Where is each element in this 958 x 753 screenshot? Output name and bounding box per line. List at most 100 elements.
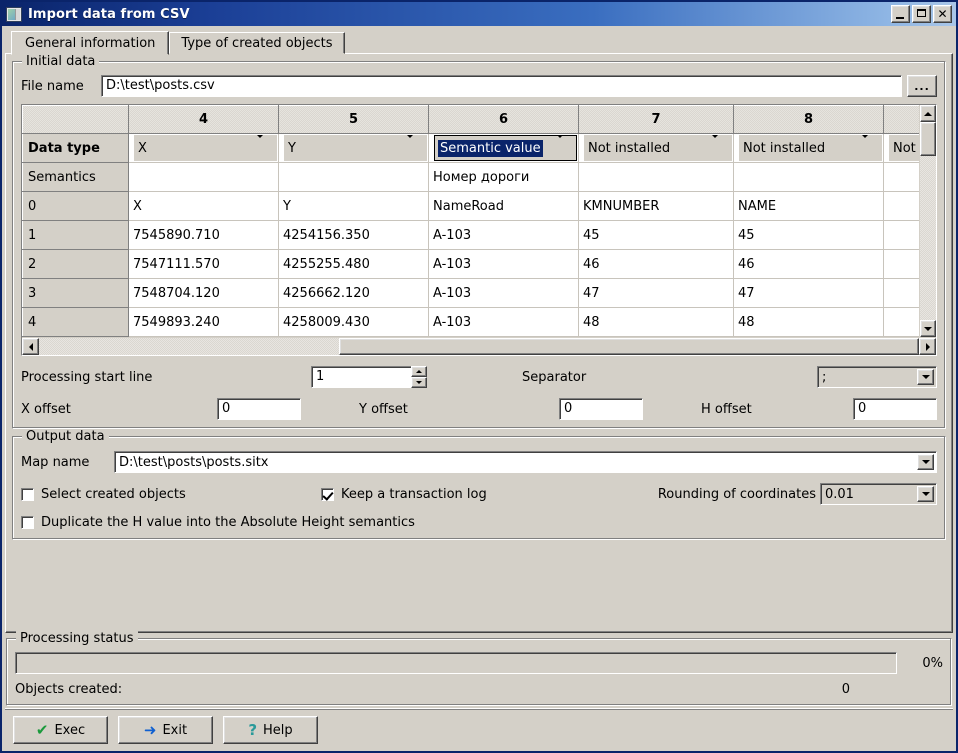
y-offset-input[interactable]: 0 <box>559 398 643 420</box>
grid-cell-1-8[interactable]: 45 <box>733 220 884 250</box>
grid-cell-4-5[interactable]: 4258009.430 <box>278 307 429 337</box>
grid-cell-2-6[interactable]: A-103 <box>428 249 579 279</box>
grid-cell-semantics-5[interactable] <box>278 162 429 192</box>
minimize-button[interactable] <box>891 5 910 23</box>
help-button[interactable]: ? Help <box>223 716 318 744</box>
grid-cell-2-5[interactable]: 4255255.480 <box>278 249 429 279</box>
grid-horizontal-scrollbar[interactable] <box>22 337 936 355</box>
grid-column-header-4[interactable]: 4 <box>128 105 279 134</box>
processing-start-line-row: Processing start line 1 Separator ; <box>21 366 937 388</box>
chevron-down-icon[interactable] <box>917 369 934 385</box>
grid-cell-3-5[interactable]: 4256662.120 <box>278 278 429 308</box>
tab-general-information[interactable]: General information <box>11 31 170 55</box>
data-type-combo-6[interactable]: Semantic value <box>434 135 577 161</box>
tab-type-of-created-objects[interactable]: Type of created objects <box>169 32 345 54</box>
chevron-down-icon[interactable] <box>917 486 934 502</box>
close-button[interactable]: ✕ <box>933 5 952 23</box>
data-type-combo-7[interactable]: Not installed <box>584 135 732 161</box>
exit-button[interactable]: ➜ Exit <box>118 716 213 744</box>
horizontal-scroll-thumb[interactable] <box>339 338 919 355</box>
grid-cell-1-7[interactable]: 45 <box>578 220 734 250</box>
map-name-combo[interactable]: D:\test\posts\posts.sitx <box>114 451 937 473</box>
chevron-down-icon[interactable] <box>556 135 575 157</box>
data-type-combo-9[interactable]: Not in <box>889 135 919 161</box>
grid-cell-3-9[interactable] <box>883 278 919 308</box>
duplicate-h-value-checkbox[interactable]: Duplicate the H value into the Absolute … <box>21 515 937 530</box>
chevron-down-icon[interactable] <box>917 454 934 470</box>
grid-cell-semantics-4[interactable] <box>128 162 279 192</box>
grid-cell-data-type-5: Y <box>278 133 429 163</box>
h-offset-input[interactable]: 0 <box>853 398 937 420</box>
grid-cell-3-8[interactable]: 47 <box>733 278 884 308</box>
grid-cell-1-9[interactable] <box>883 220 919 250</box>
processing-start-line-input[interactable]: 1 <box>311 366 412 388</box>
grid-cell-4-4[interactable]: 7549893.240 <box>128 307 279 337</box>
grid-cell-semantics-8[interactable] <box>733 162 884 192</box>
x-offset-input[interactable]: 0 <box>217 398 301 420</box>
chevron-down-icon[interactable] <box>256 135 275 157</box>
maximize-button[interactable] <box>912 5 931 23</box>
separator-combo[interactable]: ; <box>817 366 937 388</box>
csv-preview-grid[interactable]: 4 5 6 7 8 Data type X Y Semantic value N… <box>21 104 937 356</box>
horizontal-scroll-track-left[interactable] <box>39 338 339 355</box>
grid-cell-0-9[interactable] <box>883 191 919 221</box>
grid-cell-2-4[interactable]: 7547111.570 <box>128 249 279 279</box>
grid-cell-0-8[interactable]: NAME <box>733 191 884 221</box>
grid-cell-semantics-6[interactable]: Номер дороги <box>428 162 579 192</box>
scroll-right-button[interactable] <box>919 338 936 355</box>
select-created-objects-checkbox[interactable]: Select created objects <box>21 487 321 502</box>
stepper-up-button[interactable] <box>411 366 427 377</box>
grid-vertical-scrollbar[interactable] <box>919 105 936 337</box>
data-type-combo-8[interactable]: Not installed <box>739 135 882 161</box>
grid-cell-2-9[interactable] <box>883 249 919 279</box>
stepper-down-button[interactable] <box>411 377 427 388</box>
grid-cell-0-7[interactable]: KMNUMBER <box>578 191 734 221</box>
browse-file-button[interactable]: ... <box>907 75 937 97</box>
grid-cell-semantics-7[interactable] <box>578 162 734 192</box>
grid-column-header-7[interactable]: 7 <box>578 105 734 134</box>
grid-cell-4-6[interactable]: A-103 <box>428 307 579 337</box>
vertical-scroll-thumb[interactable] <box>920 122 936 156</box>
chevron-down-icon[interactable] <box>861 135 880 157</box>
grid-row-header-2: 2 <box>22 249 129 279</box>
scroll-down-button[interactable] <box>920 320 936 337</box>
scroll-up-button[interactable] <box>920 105 936 122</box>
grid-cell-semantics-9[interactable] <box>883 162 919 192</box>
grid-cell-data-type-7: Not installed <box>578 133 734 163</box>
keep-transaction-log-checkbox[interactable]: Keep a transaction log <box>321 487 487 502</box>
vertical-scroll-track[interactable] <box>920 156 936 320</box>
scroll-left-button[interactable] <box>22 338 39 355</box>
checkbox-icon <box>21 516 34 529</box>
grid-column-header-6[interactable]: 6 <box>428 105 579 134</box>
grid-cell-0-6[interactable]: NameRoad <box>428 191 579 221</box>
grid-cell-4-8[interactable]: 48 <box>733 307 884 337</box>
title-bar[interactable]: Import data from CSV ✕ <box>2 2 956 26</box>
exec-button-label: Exec <box>54 722 86 738</box>
stepper-buttons[interactable] <box>411 366 427 388</box>
grid-column-header-9[interactable] <box>883 105 919 134</box>
map-name-row: Map name D:\test\posts\posts.sitx <box>21 451 937 473</box>
exec-button[interactable]: ✔ Exec <box>13 716 108 744</box>
grid-cell-1-6[interactable]: A-103 <box>428 220 579 250</box>
grid-column-header-5[interactable]: 5 <box>278 105 429 134</box>
grid-cell-3-7[interactable]: 47 <box>578 278 734 308</box>
grid-cell-3-4[interactable]: 7548704.120 <box>128 278 279 308</box>
chevron-down-icon[interactable] <box>406 135 425 157</box>
grid-cell-2-8[interactable]: 46 <box>733 249 884 279</box>
grid-cell-4-9[interactable] <box>883 307 919 337</box>
processing-start-line-stepper[interactable]: 1 <box>311 366 427 388</box>
grid-cell-2-7[interactable]: 46 <box>578 249 734 279</box>
grid-cell-1-4[interactable]: 7545890.710 <box>128 220 279 250</box>
chevron-down-icon[interactable] <box>711 135 730 157</box>
window-controls: ✕ <box>891 5 954 23</box>
grid-cell-0-5[interactable]: Y <box>278 191 429 221</box>
grid-cell-3-6[interactable]: A-103 <box>428 278 579 308</box>
data-type-combo-5[interactable]: Y <box>284 135 427 161</box>
grid-cell-0-4[interactable]: X <box>128 191 279 221</box>
grid-cell-1-5[interactable]: 4254156.350 <box>278 220 429 250</box>
file-name-input[interactable]: D:\test\posts.csv <box>101 75 902 97</box>
grid-column-header-8[interactable]: 8 <box>733 105 884 134</box>
grid-cell-4-7[interactable]: 48 <box>578 307 734 337</box>
rounding-combo[interactable]: 0.01 <box>820 483 937 505</box>
data-type-combo-4[interactable]: X <box>134 135 277 161</box>
